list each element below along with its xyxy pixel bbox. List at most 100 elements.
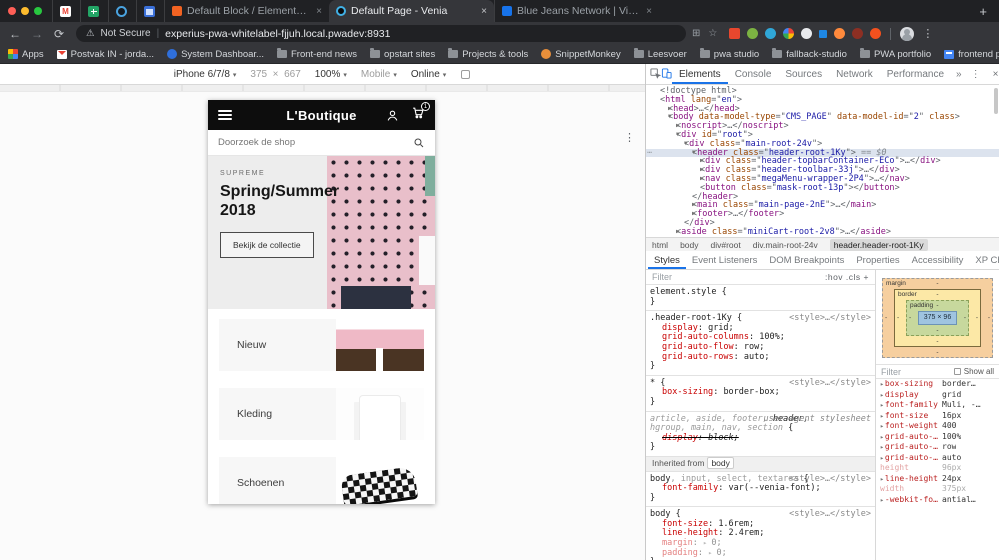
bookmark-item[interactable]: Leesvoer [633,48,687,60]
css-declaration[interactable]: box-sizing: border-box; [650,388,871,398]
tab-styles[interactable]: Styles [648,251,686,269]
tab-close-icon[interactable]: × [316,6,322,17]
translate-icon[interactable]: ⊞ [692,28,700,39]
green-extension[interactable] [747,28,759,39]
computed-property[interactable]: ▸box-sizing border… [876,379,999,390]
hero-cta-button[interactable]: Bekijk de collectie [220,232,314,258]
breadcrumb-item[interactable]: html [652,240,668,250]
firefox-extension[interactable] [834,28,846,39]
address-bar[interactable]: ⚠ Not Secure | experius-pwa-whitelabel-f… [76,25,686,42]
tab-close-icon[interactable]: × [646,6,652,17]
throttle-select[interactable]: Mobile ▾ [361,69,397,80]
tab-event-listeners[interactable]: Event Listeners [686,251,763,269]
computed-property[interactable]: ▸display grid [876,390,999,401]
tab-console[interactable]: Console [728,64,779,84]
css-declaration[interactable]: font-family: var(--venia-font); [650,483,871,494]
bookmark-star-icon[interactable]: ☆ [708,28,717,39]
computed-property[interactable]: ▸grid-auto-rowsauto [876,453,999,464]
bookmark-item[interactable]: Front-end news [276,48,357,60]
computed-property[interactable]: ▸line-height 24px [876,474,999,485]
rule-origin[interactable]: <style>…</style> [789,474,871,485]
bookmark-item[interactable]: SnippetMonkey [541,49,621,60]
styles-toggle-buttons[interactable]: :hov .cls + [825,272,869,282]
new-tab-button[interactable]: + [969,4,999,22]
breadcrumb-item[interactable]: body [680,240,698,250]
device-select[interactable]: iPhone 6/7/8 ▾ [174,69,237,80]
tab-elements[interactable]: Elements [672,64,728,84]
collapse-arrow-icon[interactable]: ▼ [684,140,688,149]
css-declaration[interactable]: grid-auto-rows: auto; [650,352,871,363]
network-select[interactable]: Online ▾ [411,69,446,80]
computed-property[interactable]: ▸font-size 16px [876,411,999,422]
bookmark-item[interactable]: Projects & tools [448,48,528,60]
breadcrumb-item[interactable]: div#root [711,240,741,250]
forward-button[interactable]: → [28,27,46,41]
cart-button[interactable]: 1 [411,102,430,124]
computed-property[interactable]: ▸grid-auto-flowrow [876,442,999,453]
bookmark-item[interactable]: opstart sites [370,48,435,60]
maximize-window-button[interactable] [34,7,42,15]
computed-property[interactable]: height 96px [876,463,999,474]
bookmark-item[interactable]: System Dashboar... [167,49,264,60]
collapse-arrow-icon[interactable]: ▼ [668,113,672,122]
collapse-arrow-icon[interactable]: ▼ [692,149,696,158]
dark-red-extension[interactable] [852,28,864,39]
css-declaration[interactable]: padding: ▸ 0; [650,548,871,559]
devtools-tabs-overflow[interactable]: » [951,69,967,80]
bookmark-item[interactable]: PWA portfolio [859,48,931,60]
browser-tab[interactable]: Default Page - Venia × [329,0,494,22]
styles-filter-input[interactable]: Filter [652,272,672,282]
tab-xp-chrometools[interactable]: XP ChromeTools [969,251,999,269]
device-toolbar-menu-icon[interactable]: ⋮ [624,131,635,144]
category-card[interactable]: Nieuw [219,319,424,371]
reload-button[interactable]: ⟳ [50,27,68,41]
viewport-height-field[interactable]: 667 [284,69,301,80]
blue-extension[interactable] [765,28,777,39]
rule-selector[interactable]: element.style { [650,287,871,298]
url-text[interactable]: experius-pwa-whitelabel-fjjuh.local.pwad… [165,28,390,40]
tab-close-icon[interactable]: × [481,6,487,17]
bookmark-item[interactable]: pwa studio [699,48,759,60]
dom-node[interactable]: ▶ <aside class="miniCart-root-2v8">…</asi… [660,227,999,237]
sheets-pinned-tab[interactable] [80,0,106,22]
device-toggle-icon[interactable] [661,68,672,79]
rule-origin[interactable]: user agent stylesheet [764,414,871,425]
ring-pinned-tab[interactable] [108,0,134,22]
browser-tab[interactable]: Default Block / Elements / Con × [164,0,329,22]
box-model-diagram[interactable]: margin - - - - border - - - - padding - … [876,270,999,364]
chrome-menu-icon[interactable]: ⋮ [918,27,937,40]
computed-property[interactable]: ▸font-weight 400 [876,421,999,432]
red-square-extension[interactable] [729,28,741,39]
minimize-window-button[interactable] [21,7,29,15]
computed-property[interactable]: ▸font-family Muli, -… [876,400,999,411]
search-input[interactable]: Doorzoek de shop [208,130,435,156]
rule-origin[interactable]: <style>…</style> [789,510,871,520]
color-wheel-extension[interactable] [783,28,795,39]
tab-sources[interactable]: Sources [778,64,829,84]
orange-extension[interactable] [870,28,882,39]
profile-avatar[interactable] [900,26,915,41]
rotate-device-icon[interactable] [460,69,471,80]
computed-property[interactable]: width 375px [876,484,999,495]
search-icon[interactable] [413,137,425,149]
devtools-menu-icon[interactable]: ⋮ [967,69,985,80]
breadcrumb-item[interactable]: header.header-root-1Ky [829,238,928,251]
breadcrumb-item[interactable]: div.main-root-24v [753,240,818,250]
back-button[interactable]: ← [6,27,24,41]
css-declaration[interactable]: display: block; [650,433,871,444]
inspect-element-icon[interactable] [650,68,662,80]
tab-accessibility[interactable]: Accessibility [906,251,970,269]
blue-square-extension[interactable] [819,29,828,38]
computed-property[interactable]: ▸-webkit-font-sm…antial… [876,495,999,506]
tab-dom-breakpoints[interactable]: DOM Breakpoints [763,251,850,269]
category-card[interactable]: Schoenen [219,457,424,504]
tab-network[interactable]: Network [829,64,880,84]
devtools-close-icon[interactable]: × [987,69,999,80]
browser-tab[interactable]: Blue Jeans Network | Video Co × [494,0,659,22]
collapse-arrow-icon[interactable]: ▼ [676,131,680,140]
zoom-select[interactable]: 100% ▾ [315,69,347,80]
account-icon[interactable] [386,109,399,122]
inherited-link[interactable]: body [707,456,734,469]
bookmark-item[interactable]: Postvak IN - jorda... [56,49,154,60]
rule-origin[interactable]: <style>…</style> [789,314,871,324]
